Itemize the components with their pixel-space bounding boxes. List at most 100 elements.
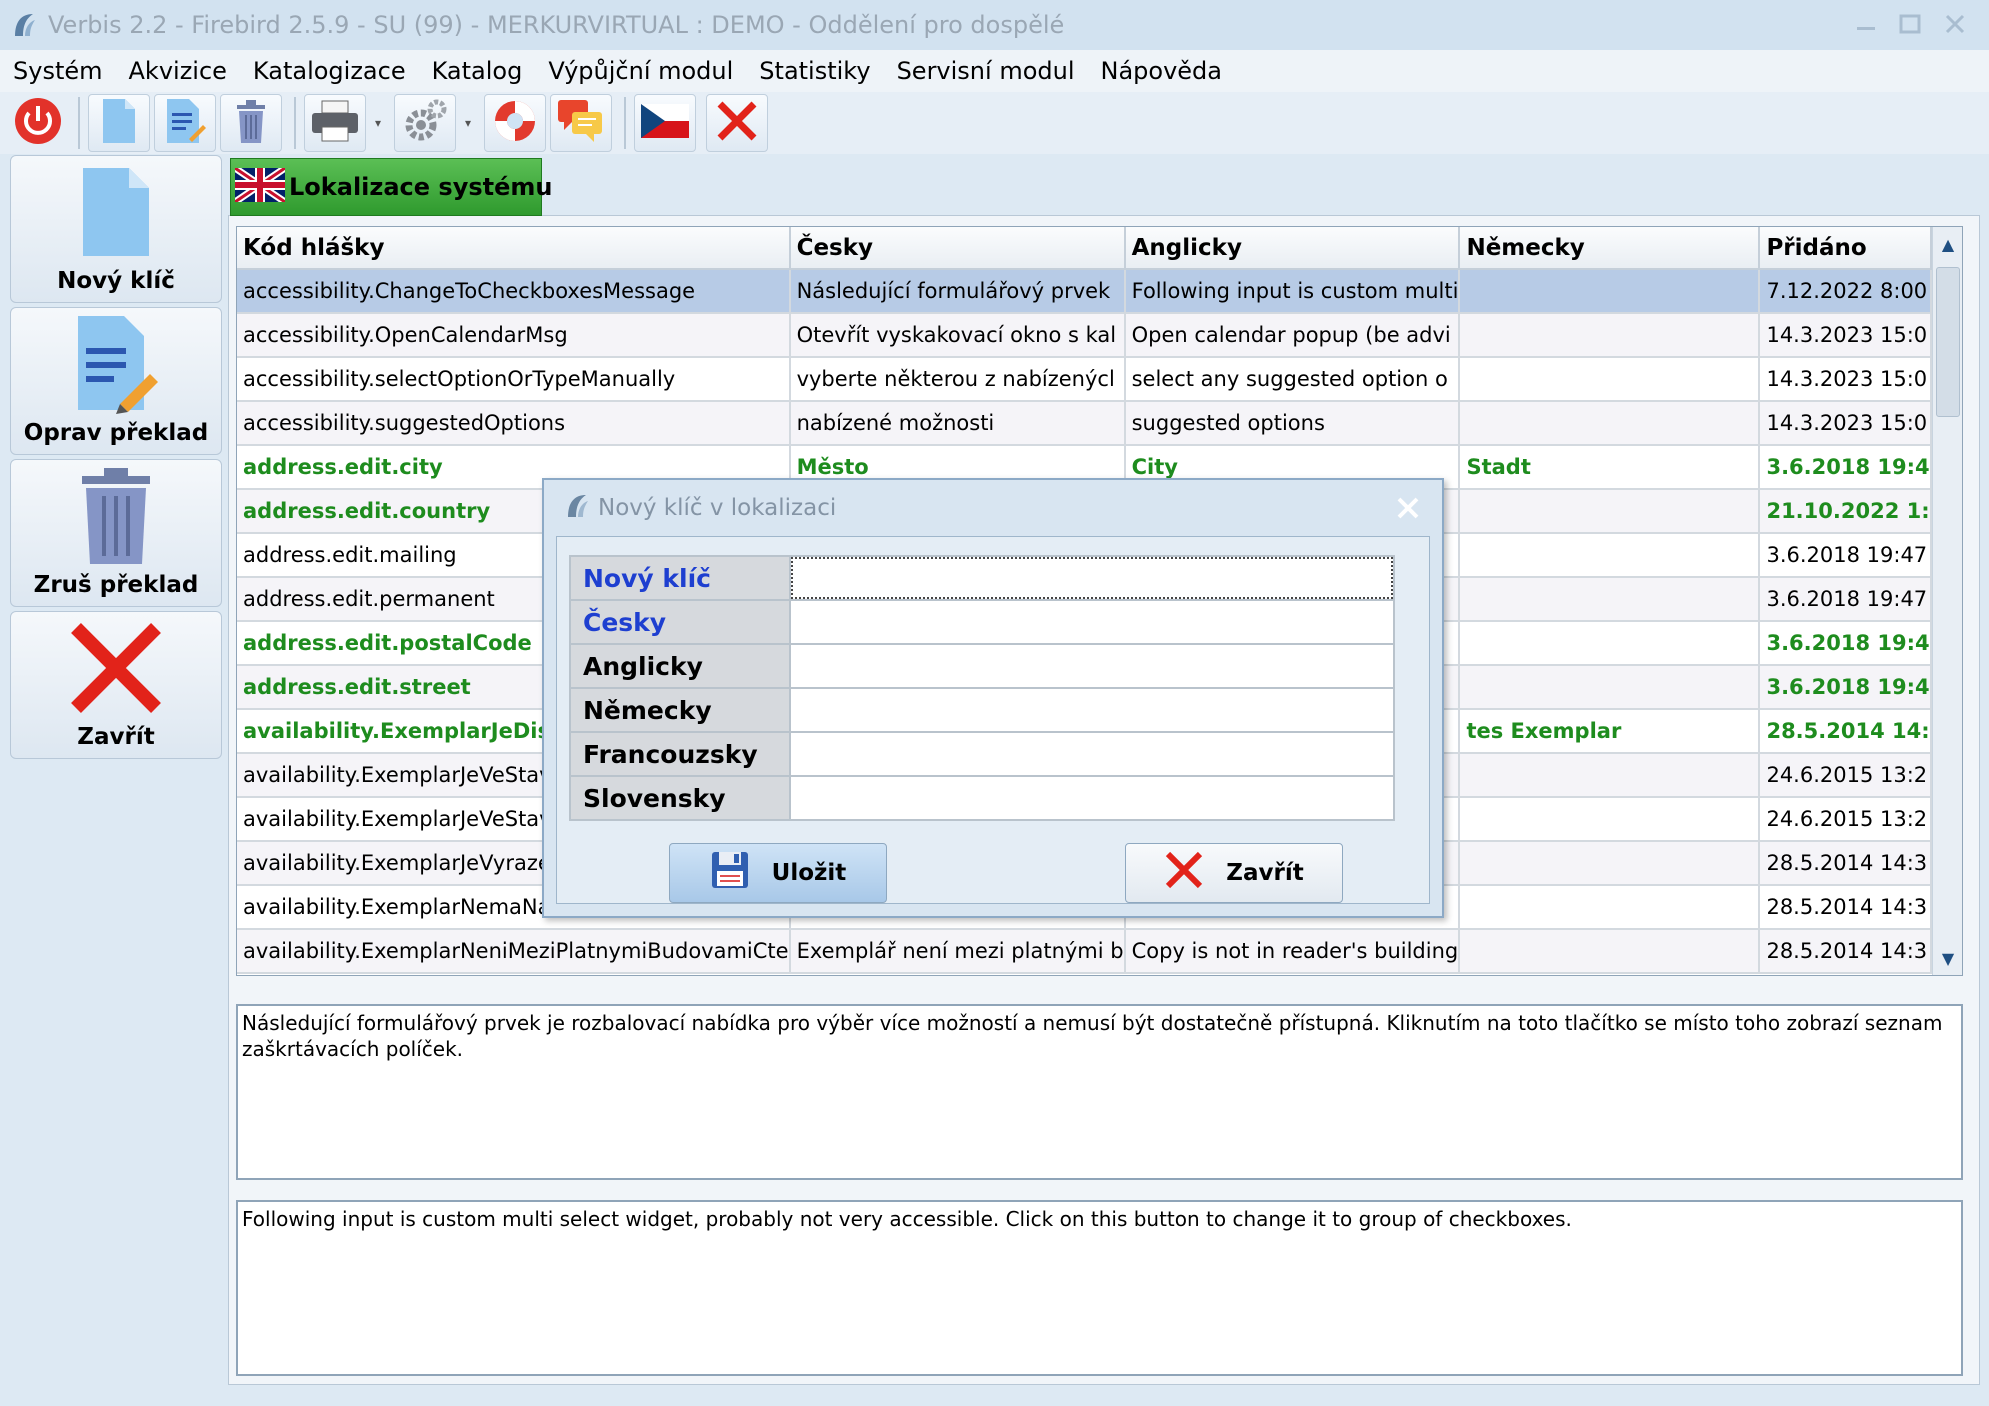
- cell-czech[interactable]: Exemplář není mezi platnými b: [789, 929, 1126, 974]
- cell-added[interactable]: 24.6.2015 13:2: [1759, 753, 1932, 798]
- cell-added[interactable]: 3.6.2018 19:47: [1759, 533, 1932, 578]
- cell-added[interactable]: 14.3.2023 15:0: [1759, 401, 1932, 446]
- table-row[interactable]: accessibility.ChangeToCheckboxesMessage N…: [237, 269, 1932, 314]
- menu-statistiky[interactable]: Statistiky: [746, 57, 883, 85]
- table-row[interactable]: availability.ExemplarNeniMeziPlatnymiBud…: [237, 929, 1932, 974]
- cell-added[interactable]: 21.10.2022 1:: [1759, 489, 1932, 534]
- cell-added[interactable]: 3.6.2018 19:4: [1759, 445, 1932, 490]
- cell-key[interactable]: accessibility.ChangeToCheckboxesMessage: [237, 269, 791, 314]
- german-input[interactable]: [793, 691, 1391, 729]
- maximize-icon[interactable]: [1890, 8, 1930, 40]
- cell-czech[interactable]: Následující formulářový prvek: [789, 269, 1126, 314]
- czech-text-panel[interactable]: Následující formulářový prvek je rozbalo…: [236, 1004, 1963, 1180]
- settings-dropdown[interactable]: ▾: [460, 94, 476, 152]
- sidebar-edit-translation-button[interactable]: Oprav překlad: [10, 307, 222, 455]
- cell-german[interactable]: [1459, 665, 1761, 710]
- cell-added[interactable]: 3.6.2018 19:4: [1759, 621, 1932, 666]
- dialog-close-button[interactable]: Zavřít: [1125, 843, 1343, 903]
- cell-key[interactable]: accessibility.suggestedOptions: [237, 401, 791, 446]
- edit-document-button[interactable]: [154, 94, 216, 152]
- slovak-input[interactable]: [793, 779, 1391, 817]
- new-key-input[interactable]: [791, 557, 1393, 599]
- close-icon[interactable]: [1935, 8, 1975, 40]
- messages-button[interactable]: [550, 94, 612, 152]
- cell-german[interactable]: [1459, 357, 1761, 402]
- english-text-panel[interactable]: Following input is custom multi select w…: [236, 1200, 1963, 1376]
- language-button[interactable]: [634, 94, 696, 152]
- cell-german[interactable]: [1459, 313, 1761, 358]
- column-header-key[interactable]: Kód hlášky: [237, 227, 791, 270]
- menu-akvizice[interactable]: Akvizice: [116, 57, 240, 85]
- cell-german[interactable]: [1459, 753, 1761, 798]
- cell-key[interactable]: accessibility.OpenCalendarMsg: [237, 313, 791, 358]
- cell-german[interactable]: tes Exemplar: [1459, 709, 1761, 754]
- cell-czech[interactable]: Otevřít vyskakovací okno s kal: [789, 313, 1126, 358]
- sidebar-new-key-button[interactable]: Nový klíč: [10, 155, 222, 303]
- menu-katalogizace[interactable]: Katalogizace: [240, 57, 419, 85]
- column-header-czech[interactable]: Česky: [789, 227, 1126, 270]
- cell-added[interactable]: 24.6.2015 13:2: [1759, 797, 1932, 842]
- cell-german[interactable]: [1459, 885, 1761, 930]
- cell-german[interactable]: [1459, 577, 1761, 622]
- french-input[interactable]: [793, 735, 1391, 773]
- column-header-added[interactable]: Přidáno: [1759, 227, 1932, 270]
- new-document-button[interactable]: [88, 94, 150, 152]
- cell-german[interactable]: [1459, 401, 1761, 446]
- menu-katalog[interactable]: Katalog: [419, 57, 536, 85]
- cell-czech[interactable]: nabízené možnosti: [789, 401, 1126, 446]
- menu-vypujcni-modul[interactable]: Výpůjční modul: [535, 57, 746, 85]
- column-header-german[interactable]: Německy: [1459, 227, 1761, 270]
- column-header-english[interactable]: Anglicky: [1124, 227, 1461, 270]
- cell-german[interactable]: [1459, 841, 1761, 886]
- cell-german[interactable]: [1459, 929, 1761, 974]
- cell-german[interactable]: [1459, 533, 1761, 578]
- menu-servisni-modul[interactable]: Servisní modul: [884, 57, 1088, 85]
- menu-napoveda[interactable]: Nápověda: [1088, 57, 1236, 85]
- sidebar-close-button[interactable]: Zavřít: [10, 611, 222, 759]
- cell-added[interactable]: 28.5.2014 14:3: [1759, 929, 1932, 974]
- cell-english[interactable]: suggested options: [1124, 401, 1461, 446]
- table-row[interactable]: accessibility.suggestedOptions nabízené m…: [237, 401, 1932, 446]
- cell-german[interactable]: [1459, 269, 1761, 314]
- dialog-close-icon[interactable]: [1390, 490, 1426, 526]
- grid-scrollbar[interactable]: ▲ ▼: [1932, 227, 1962, 975]
- print-button[interactable]: [304, 94, 366, 152]
- sidebar-delete-translation-button[interactable]: Zruš překlad: [10, 459, 222, 607]
- cell-czech[interactable]: vyberte některou z nabízenýcl: [789, 357, 1126, 402]
- cell-german[interactable]: [1459, 621, 1761, 666]
- table-row[interactable]: accessibility.selectOptionOrTypeManually…: [237, 357, 1932, 402]
- cell-added[interactable]: 3.6.2018 19:47: [1759, 577, 1932, 622]
- english-input[interactable]: [793, 647, 1391, 685]
- cell-english[interactable]: Open calendar popup (be advi: [1124, 313, 1461, 358]
- cell-key[interactable]: accessibility.selectOptionOrTypeManually: [237, 357, 791, 402]
- cell-english[interactable]: select any suggested option o: [1124, 357, 1461, 402]
- cell-added[interactable]: 28.5.2014 14:3: [1759, 841, 1932, 886]
- menu-system[interactable]: Systém: [0, 57, 116, 85]
- save-button[interactable]: Uložit: [669, 843, 887, 903]
- settings-button[interactable]: [394, 94, 456, 152]
- power-button[interactable]: [10, 94, 66, 152]
- cell-added[interactable]: 3.6.2018 19:4: [1759, 665, 1932, 710]
- czech-input[interactable]: [793, 603, 1391, 641]
- table-row[interactable]: accessibility.OpenCalendarMsg Otevřít vys…: [237, 313, 1932, 358]
- cell-added[interactable]: 14.3.2023 15:0: [1759, 357, 1932, 402]
- print-dropdown[interactable]: ▾: [370, 94, 386, 152]
- cell-added[interactable]: 28.5.2014 14:: [1759, 709, 1932, 754]
- help-button[interactable]: [484, 94, 546, 152]
- tab-localization[interactable]: Lokalizace systému: [230, 158, 552, 216]
- close-window-button[interactable]: [706, 94, 768, 152]
- scrollbar-thumb[interactable]: [1936, 267, 1960, 417]
- cell-english[interactable]: Following input is custom multi: [1124, 269, 1461, 314]
- minimize-icon[interactable]: [1846, 8, 1886, 40]
- cell-added[interactable]: 14.3.2023 15:0: [1759, 313, 1932, 358]
- delete-button[interactable]: [220, 94, 282, 152]
- scroll-down-icon[interactable]: ▼: [1933, 943, 1962, 973]
- cell-key[interactable]: availability.ExemplarNeniMeziPlatnymiBud…: [237, 929, 791, 974]
- cell-german[interactable]: [1459, 489, 1761, 534]
- cell-added[interactable]: 28.5.2014 14:3: [1759, 885, 1932, 930]
- cell-english[interactable]: Copy is not in reader's building: [1124, 929, 1461, 974]
- cell-added[interactable]: 7.12.2022 8:00: [1759, 269, 1932, 314]
- cell-german[interactable]: Stadt: [1459, 445, 1761, 490]
- scroll-up-icon[interactable]: ▲: [1933, 229, 1962, 259]
- cell-german[interactable]: [1459, 797, 1761, 842]
